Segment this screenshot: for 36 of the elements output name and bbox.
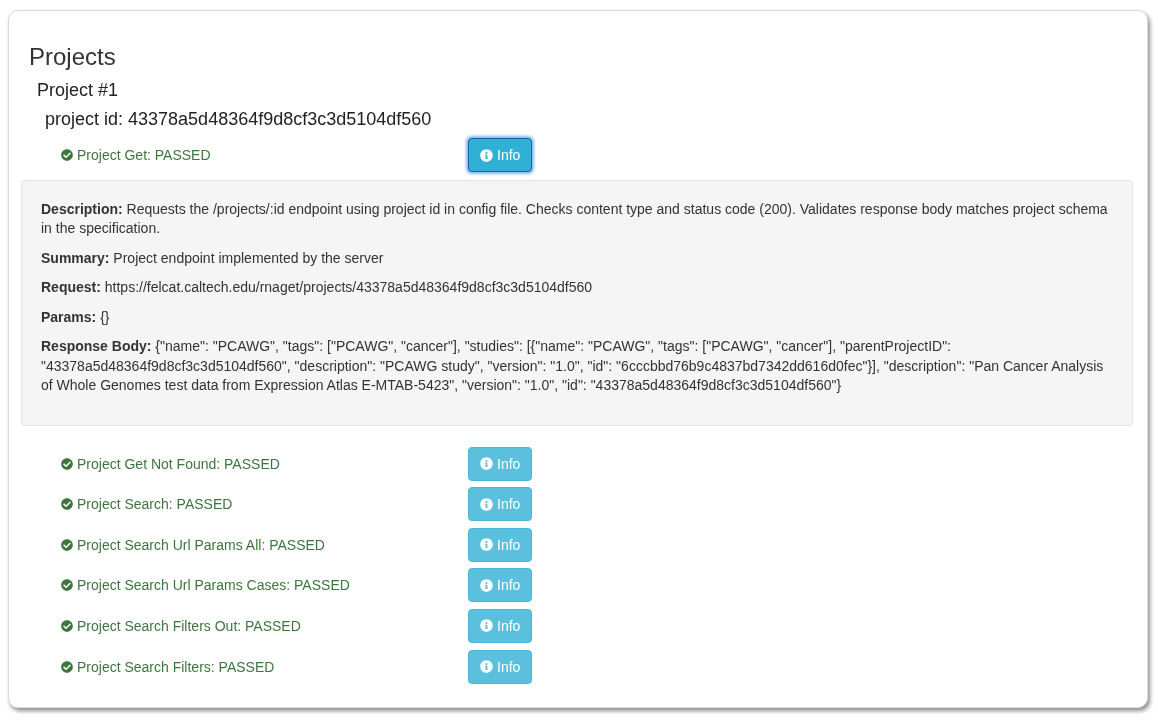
check-icon	[61, 579, 73, 592]
check-icon	[61, 149, 73, 161]
info-button[interactable]: Info	[468, 138, 533, 172]
info-icon	[480, 660, 493, 674]
check-icon	[61, 538, 73, 551]
check-icon	[61, 660, 73, 673]
project-id-text: project id: 43378a5d48364f9d8cf3c3d5104df560	[45, 108, 433, 131]
info-button[interactable]: Info	[468, 527, 533, 562]
check-icon	[61, 498, 73, 511]
detail-text: Summary: Project endpoint implemented by the server	[41, 249, 385, 268]
detail-text: Params: {}	[41, 308, 111, 327]
info-icon	[480, 148, 493, 162]
page-title: Projects	[29, 42, 117, 72]
detail-text: Response Body: {"name": "PCAWG", "tags": ["PCAWG", "cancer"], "studies": [{"name": "PCAWG", "tags": ["PCAWG", "cancer"], "parentProjectID": "43378a5d48364f9d8cf3c3d5104df560", "description": "PCAWG study", "version": "1.0", "id": "6cccbbd76b9c4837bd7342dd616d0fec"}], "description": "Pan Cancer Analysis of Whole Genomes test data from Expression Atlas E-MTAB-5423", "version": "1.0", "id": "43378a5d48364f9d8cf3c3d5104df560"}	[41, 337, 1105, 396]
test-status-text: Project Get: PASSED	[77, 147, 211, 163]
test-status-text: Project Search Url Params Cases: PASSED	[77, 577, 350, 594]
test-status-text: Project Search Url Params All: PASSED	[77, 536, 325, 553]
check-icon	[61, 619, 73, 632]
info-button[interactable]: Info	[468, 487, 533, 522]
info-icon	[480, 457, 493, 471]
detail-text: Request: https://felcat.caltech.edu/rnaget/projects/43378a5d48364f9d8cf3c3d5104df560	[41, 278, 594, 298]
info-button[interactable]: Info	[468, 446, 533, 481]
test-status-text: Project Get Not Found: PASSED	[77, 455, 280, 472]
info-button[interactable]: Info	[468, 568, 533, 603]
test-status-text: Project Search Filters: PASSED	[77, 658, 275, 675]
info-button[interactable]: Info	[468, 649, 533, 684]
check-icon	[61, 457, 73, 470]
test-status-text: Project Search: PASSED	[77, 496, 233, 513]
detail-text: Description: Requests the /projects/:id endpoint using project id in config file. Checks content type and status code (200). Validates response body matches project schema in the specification.	[41, 200, 1109, 239]
info-icon	[480, 497, 493, 511]
info-icon	[480, 619, 493, 633]
info-icon	[480, 538, 493, 552]
info-icon	[480, 578, 493, 592]
info-button[interactable]: Info	[468, 608, 533, 643]
test-status-text: Project Search Filters Out: PASSED	[77, 617, 301, 634]
project-heading: Project #1	[37, 79, 120, 102]
